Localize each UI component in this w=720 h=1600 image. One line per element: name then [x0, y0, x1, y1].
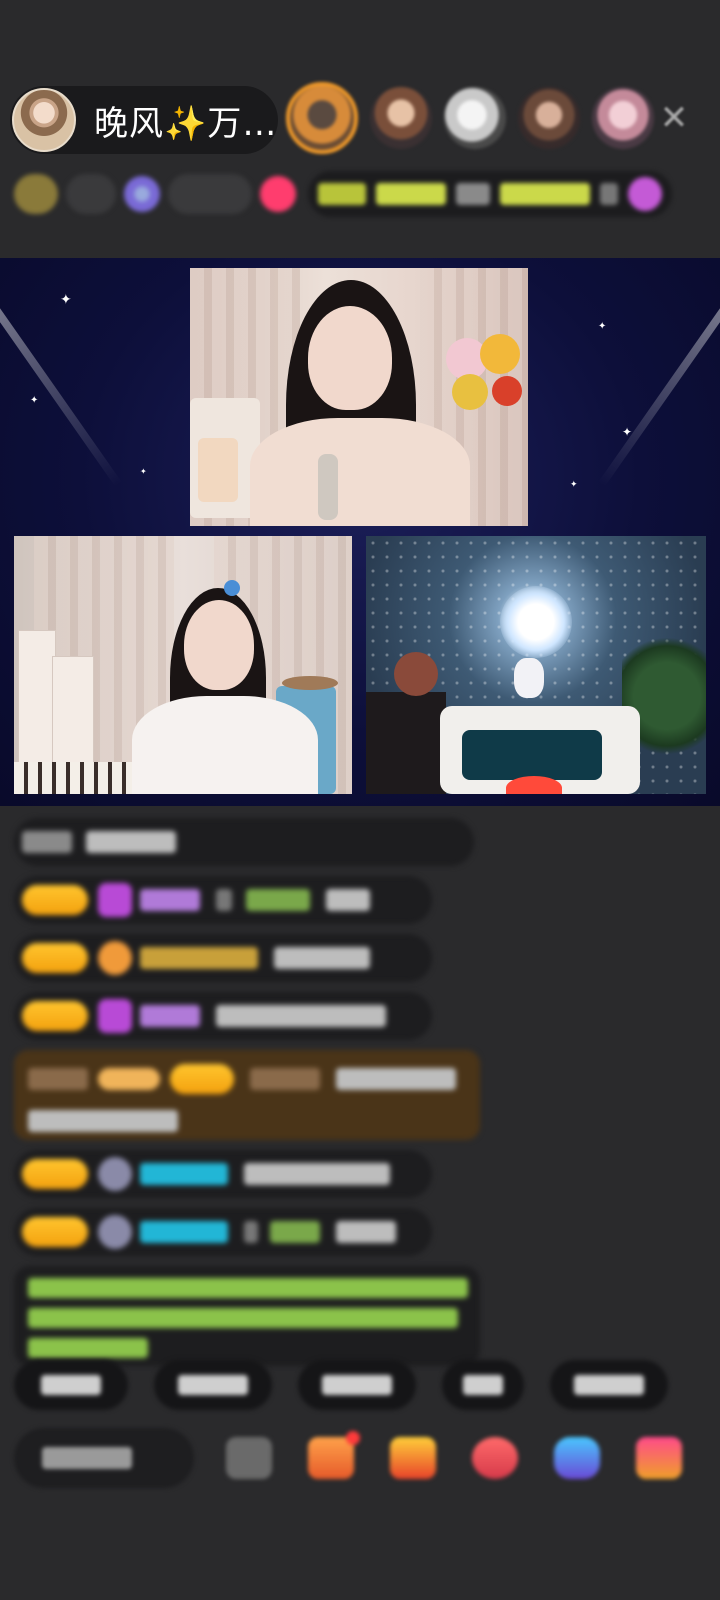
room-info-row: [14, 166, 704, 222]
chat-message[interactable]: [14, 934, 432, 982]
chat-message[interactable]: [14, 1150, 432, 1198]
star-icon: ✦: [60, 291, 72, 307]
chat-message[interactable]: [14, 818, 474, 866]
treasure-icon[interactable]: [390, 1437, 436, 1479]
diamond-icon: [98, 883, 132, 917]
fan-badge: [22, 943, 88, 973]
rank-avatar-icon: [628, 177, 662, 211]
gift-icon[interactable]: [636, 1437, 682, 1479]
star-icon: ✦: [622, 425, 633, 439]
fan-badge: [22, 1001, 88, 1031]
chat-message-highlight[interactable]: [14, 1050, 480, 1140]
chat-message[interactable]: [14, 1208, 432, 1256]
follow-icon[interactable]: [260, 176, 296, 212]
fans-icon[interactable]: [124, 176, 160, 212]
emoji-icon[interactable]: [226, 1437, 272, 1479]
level-icon: [98, 941, 132, 975]
chat-feed[interactable]: [14, 818, 494, 1376]
chat-message[interactable]: [14, 876, 432, 924]
level-badge[interactable]: [14, 174, 58, 214]
hair-flower-icon: [224, 580, 240, 596]
star-icon: ✦: [598, 321, 607, 332]
star-icon: ✦: [30, 395, 39, 406]
quick-reply-button[interactable]: [14, 1360, 128, 1410]
quick-reply-button[interactable]: [154, 1360, 272, 1410]
red-pack-icon[interactable]: [472, 1437, 518, 1479]
fan-badge: [22, 1217, 88, 1247]
host-info-pill[interactable]: 晚风✨万…: [10, 86, 278, 154]
viewer-avatar-top2[interactable]: [370, 87, 432, 149]
rank-ticker[interactable]: [308, 171, 672, 217]
user-avatar-icon: [98, 1215, 132, 1249]
left-cam-video[interactable]: [14, 536, 352, 794]
room-stat-chip[interactable]: [66, 174, 116, 214]
viewer-avatar-top4[interactable]: [518, 87, 580, 149]
viewer-avatar-top1[interactable]: [286, 82, 358, 154]
close-icon[interactable]: ✕: [656, 99, 692, 137]
diamond-icon: [98, 999, 132, 1033]
spotlight-beam: [598, 269, 720, 487]
fan-badge: [22, 885, 88, 915]
quick-reply-button[interactable]: [442, 1360, 524, 1410]
quick-reply-row: [14, 1360, 720, 1410]
live-room-page: 晚风✨万… ✕ ✦ ✦ ✦ ✦ ✦ ✦: [0, 0, 720, 1600]
bottom-toolbar: [14, 1428, 720, 1488]
star-icon: ✦: [570, 479, 578, 489]
teddy-bear-icon: [394, 652, 438, 696]
star-icon: ✦: [140, 467, 147, 476]
user-avatar-icon: [98, 1157, 132, 1191]
viewer-avatar-row: [286, 82, 666, 154]
quick-reply-button[interactable]: [550, 1360, 668, 1410]
bunny-plush-icon: [514, 658, 544, 698]
right-cam-video[interactable]: [366, 536, 706, 794]
viewer-avatar-top5[interactable]: [592, 87, 654, 149]
chat-message[interactable]: [14, 992, 432, 1040]
host-avatar[interactable]: [12, 88, 76, 152]
gift-box-icon[interactable]: [308, 1431, 360, 1479]
main-cam-video[interactable]: [190, 268, 528, 526]
microphone-icon: [318, 454, 338, 520]
quick-reply-button[interactable]: [298, 1360, 416, 1410]
host-name[interactable]: 晚风✨万…: [94, 96, 277, 145]
fans-count-chip[interactable]: [168, 174, 252, 214]
chat-input[interactable]: [14, 1428, 194, 1488]
multi-guest-stage: ✦ ✦ ✦ ✦ ✦ ✦: [0, 258, 720, 806]
game-icon[interactable]: [554, 1437, 600, 1479]
viewer-avatar-top3[interactable]: [444, 87, 506, 149]
system-notice: [14, 1266, 480, 1366]
fan-badge: [22, 1159, 88, 1189]
